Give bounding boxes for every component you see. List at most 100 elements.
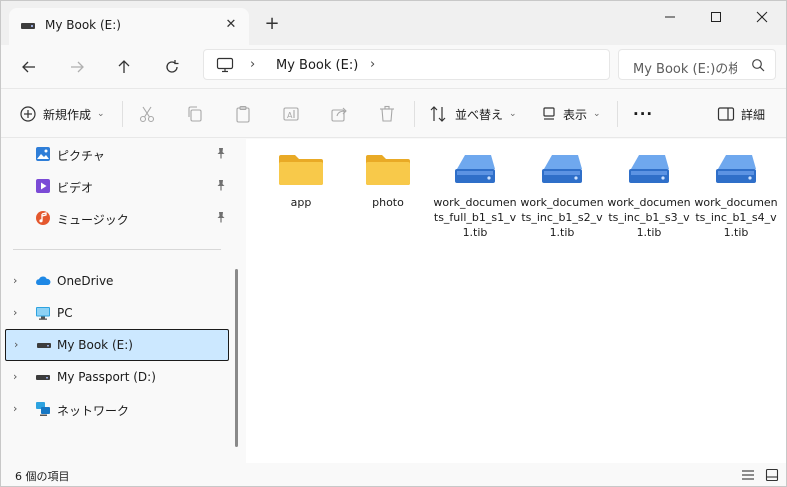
plus-circle-icon xyxy=(20,106,36,122)
pin-icon[interactable] xyxy=(215,147,227,159)
pictures-icon xyxy=(36,147,50,161)
sort-icon xyxy=(430,106,446,122)
share-button[interactable] xyxy=(330,101,348,127)
sidebar-item-my-passport[interactable]: › My Passport (D:) xyxy=(5,362,229,392)
details-label: 詳細 xyxy=(741,107,766,122)
sidebar-item-videos[interactable]: ビデオ xyxy=(5,171,229,201)
sidebar-item-onedrive[interactable]: › OneDrive xyxy=(5,266,229,296)
maximize-button[interactable] xyxy=(693,1,739,33)
scissors-icon xyxy=(139,106,155,123)
folder-icon xyxy=(366,155,410,185)
cut-button[interactable] xyxy=(138,101,156,127)
maximize-icon xyxy=(711,12,721,22)
file-item-tib[interactable]: work_documents_inc_b1_s3_v1.tib xyxy=(607,149,691,240)
breadcrumb-separator[interactable]: › xyxy=(370,57,375,72)
forward-button[interactable] xyxy=(62,52,92,82)
sidebar-item-network[interactable]: › ネットワーク xyxy=(5,394,229,424)
file-item-photo[interactable]: photo xyxy=(346,149,430,210)
arrow-right-icon xyxy=(71,61,84,73)
address-bar[interactable]: › My Book (E:) › xyxy=(203,49,610,80)
more-options-button[interactable]: ··· xyxy=(633,101,653,127)
file-name: work_documents_inc_b1_s3_v1.tib xyxy=(607,196,691,239)
sidebar-item-music[interactable]: ミュージック xyxy=(5,203,229,233)
view-label: 表示 xyxy=(563,107,588,122)
search-box[interactable]: My Book (E:)の検 xyxy=(618,49,776,80)
refresh-icon xyxy=(166,60,179,73)
file-list: app photo work_documents_full_b1_s1_v1.t… xyxy=(246,139,786,463)
new-tab-button[interactable]: + xyxy=(263,15,281,33)
monitor-icon xyxy=(216,57,234,73)
large-icons-view-icon[interactable] xyxy=(765,468,779,482)
file-name: work_documents_full_b1_s1_v1.tib xyxy=(433,196,517,239)
breadcrumb-current[interactable]: My Book (E:) xyxy=(276,58,358,73)
tab-close-button[interactable]: ✕ xyxy=(222,16,240,34)
navigation-pane: ピクチャ ビデオ ミュージック › OneDrive › PC › My Boo… xyxy=(1,139,231,463)
file-name: work_documents_inc_b1_s2_v1.tib xyxy=(520,196,604,239)
details-view-icon[interactable] xyxy=(741,468,755,482)
breadcrumb-separator[interactable]: › xyxy=(250,57,255,72)
divider xyxy=(617,101,618,127)
sort-label: 並べ替え xyxy=(455,107,504,122)
sidebar-item-label: ネットワーク xyxy=(57,404,130,418)
sidebar-item-label: ビデオ xyxy=(57,181,94,195)
expand-chevron-icon[interactable]: › xyxy=(14,338,18,351)
details-pane-button[interactable]: 詳細 xyxy=(717,101,765,127)
sidebar-item-pictures[interactable]: ピクチャ xyxy=(5,139,229,169)
chevron-down-icon: ⌄ xyxy=(97,109,105,119)
backup-drive-icon xyxy=(542,155,582,183)
file-item-tib[interactable]: work_documents_inc_b1_s2_v1.tib xyxy=(520,149,604,240)
expand-chevron-icon[interactable]: › xyxy=(13,370,17,383)
tab-title: My Book (E:) xyxy=(45,18,121,32)
sidebar-item-my-book[interactable]: › My Book (E:) xyxy=(5,329,229,361)
trash-icon xyxy=(380,105,394,122)
file-name: app xyxy=(290,196,312,209)
view-button[interactable]: 表示 ⌄ xyxy=(541,101,601,127)
back-button[interactable] xyxy=(14,52,44,82)
share-icon xyxy=(331,107,347,122)
details-pane-icon xyxy=(717,107,735,121)
arrow-up-icon xyxy=(118,60,130,73)
clipboard-icon xyxy=(236,105,250,123)
pin-icon[interactable] xyxy=(215,211,227,223)
arrow-left-icon xyxy=(22,61,35,73)
delete-button[interactable] xyxy=(378,101,396,127)
pc-icon xyxy=(36,307,50,320)
file-item-app[interactable]: app xyxy=(259,149,343,210)
sort-button[interactable]: 並べ替え ⌄ xyxy=(429,101,517,127)
sidebar-item-pc[interactable]: › PC xyxy=(5,298,229,328)
videos-icon xyxy=(36,179,50,193)
file-explorer-window: My Book (E:) ✕ + › My Book (E:) › My Boo… xyxy=(0,0,787,487)
file-name: work_documents_inc_b1_s4_v1.tib xyxy=(694,196,778,239)
minimize-button[interactable] xyxy=(647,1,693,33)
file-item-tib[interactable]: work_documents_inc_b1_s4_v1.tib xyxy=(694,149,778,240)
command-bar: 新規作成 ⌄ A 並べ替え ⌄ 表示 ⌄ ··· 詳細 xyxy=(1,88,786,138)
close-window-button[interactable] xyxy=(739,1,785,33)
backup-drive-icon xyxy=(629,155,669,183)
sidebar-scrollbar[interactable] xyxy=(235,269,238,447)
new-button[interactable]: 新規作成 ⌄ xyxy=(19,101,105,127)
backup-drive-icon xyxy=(455,155,495,183)
new-label: 新規作成 xyxy=(43,107,92,122)
sidebar-item-label: PC xyxy=(57,306,73,320)
chevron-down-icon: ⌄ xyxy=(509,109,517,119)
rename-button[interactable]: A xyxy=(282,101,300,127)
pin-icon[interactable] xyxy=(215,179,227,191)
expand-chevron-icon[interactable]: › xyxy=(13,306,17,319)
file-item-tib[interactable]: work_documents_full_b1_s1_v1.tib xyxy=(433,149,517,240)
expand-chevron-icon[interactable]: › xyxy=(13,274,17,287)
sidebar-item-label: ピクチャ xyxy=(57,149,105,163)
sidebar-item-label: ミュージック xyxy=(57,213,129,227)
more-icon: ··· xyxy=(633,105,654,123)
divider xyxy=(414,101,415,127)
up-button[interactable] xyxy=(109,52,139,82)
rename-icon: A xyxy=(283,107,299,121)
copy-button[interactable] xyxy=(186,101,204,127)
paste-button[interactable] xyxy=(234,101,252,127)
title-bar: My Book (E:) ✕ + xyxy=(1,1,786,45)
expand-chevron-icon[interactable]: › xyxy=(13,402,17,415)
backup-drive-icon xyxy=(716,155,756,183)
drive-icon xyxy=(21,23,35,29)
tab-my-book[interactable]: My Book (E:) ✕ xyxy=(9,8,249,45)
refresh-button[interactable] xyxy=(157,52,187,82)
divider xyxy=(122,101,123,127)
